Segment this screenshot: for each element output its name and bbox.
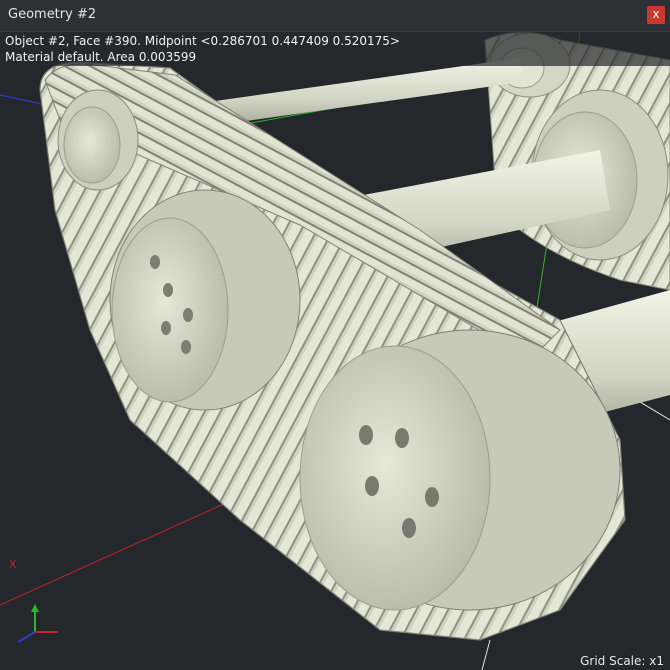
- title-bar[interactable]: Geometry #2 x: [0, 0, 670, 32]
- 3d-viewport[interactable]: X: [0, 32, 670, 670]
- window-title: Geometry #2: [8, 7, 97, 22]
- grid-scale-label: Grid Scale: x1: [580, 654, 664, 668]
- pick-info-line-1: Object #2, Face #390. Midpoint <0.286701…: [5, 34, 400, 48]
- geometry-window: Geometry #2 x X Object #2, Face #390. Mi…: [0, 0, 670, 670]
- pick-info-overlay: Object #2, Face #390. Midpoint <0.286701…: [0, 32, 670, 66]
- scene-render: [0, 32, 670, 670]
- gizmo-z: [17, 631, 36, 643]
- close-button[interactable]: x: [647, 6, 665, 24]
- x-axis-label: X: [9, 558, 17, 571]
- pick-info-line-2: Material default. Area 0.003599: [5, 50, 197, 64]
